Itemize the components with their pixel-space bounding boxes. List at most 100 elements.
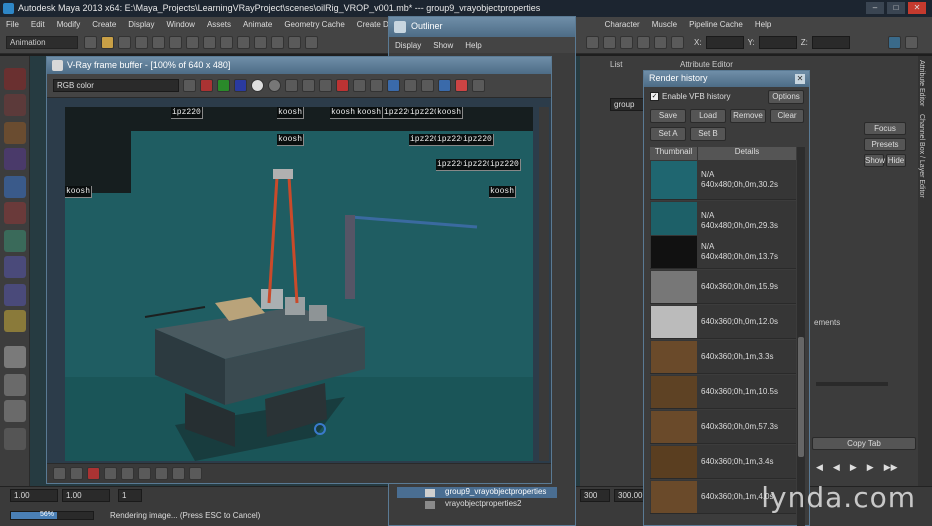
maximize-icon[interactable]: □	[887, 2, 905, 14]
mono-channel-icon[interactable]	[268, 79, 281, 92]
history-row[interactable]: 640x360;0h,0m,57.3s	[650, 410, 796, 444]
enable-history-checkbox[interactable]: ✓	[650, 92, 659, 101]
scrollbar-thumb[interactable]	[798, 337, 804, 457]
history-row[interactable]: 640x360;0h,1m,3.3s	[650, 340, 796, 374]
menu-pipeline-cache[interactable]: Pipeline Cache	[683, 20, 749, 29]
pixel-info-icon[interactable]	[87, 467, 100, 480]
scale-tool-icon[interactable]	[4, 202, 26, 224]
ae-list-tab[interactable]: List	[610, 60, 622, 69]
mode-select[interactable]: Animation	[6, 36, 78, 49]
history-icon-vfb[interactable]	[353, 79, 366, 92]
ae-slider[interactable]	[816, 382, 888, 386]
blue-channel-icon[interactable]	[234, 79, 247, 92]
save-scene-icon[interactable]	[118, 36, 131, 49]
z-field[interactable]	[811, 36, 850, 49]
input-line-icon[interactable]	[586, 36, 599, 49]
details-column-header[interactable]: Details	[698, 147, 796, 160]
show-hide-ae-icon[interactable]	[887, 36, 901, 49]
history-row[interactable]: 640x360;0h,0m,15.9s	[650, 270, 796, 304]
menu-animate[interactable]: Animate	[237, 20, 278, 29]
x-field[interactable]	[705, 36, 744, 49]
show-hide-channel-box-icon[interactable]	[904, 36, 918, 49]
remove-button[interactable]: Remove	[730, 109, 766, 123]
menu-assets[interactable]: Assets	[201, 20, 237, 29]
menu-display[interactable]: Display	[122, 20, 160, 29]
lut-icon[interactable]	[70, 467, 83, 480]
history-row[interactable]: N/A 640x480;0h,0m,13.7s	[650, 235, 796, 269]
manipulator-tool-icon[interactable]	[4, 230, 26, 252]
clear-button[interactable]: Clear	[770, 109, 804, 123]
set-b-button[interactable]: Set B	[690, 127, 726, 141]
two-pane-layout-icon[interactable]	[4, 400, 26, 422]
history-row[interactable]: 640x360;0h,1m,10.5s	[650, 375, 796, 409]
focus-button[interactable]: Focus	[864, 122, 906, 135]
save-button[interactable]: Save	[650, 109, 686, 123]
ipr-icon[interactable]	[288, 36, 301, 49]
color-corrections-icon[interactable]	[53, 467, 66, 480]
history-row[interactable]: 640x360;0h,1m,3.4s	[650, 445, 796, 479]
select-by-name-icon[interactable]	[603, 36, 616, 49]
vfb-render-canvas[interactable]: ipz220 koosh koosh koosh ipz220 ipz220 k…	[65, 107, 533, 461]
red-channel-icon[interactable]	[200, 79, 213, 92]
relative-icon[interactable]	[654, 36, 667, 49]
absolute-icon[interactable]	[637, 36, 650, 49]
hide-button[interactable]: Hide	[886, 154, 906, 167]
end-icon[interactable]: ▶▶	[884, 462, 898, 473]
render-last-icon[interactable]	[455, 79, 468, 92]
menu-muscle[interactable]: Muscle	[646, 20, 683, 29]
outliner-item[interactable]: vrayobjectproperties2	[397, 499, 557, 510]
select-hierarchy-icon[interactable]	[135, 36, 148, 49]
channel-select[interactable]: RGB color	[53, 79, 179, 92]
playback-end-field[interactable]: 300	[580, 489, 610, 502]
menu-help[interactable]: Help	[749, 20, 777, 29]
menu-modify[interactable]: Modify	[51, 20, 87, 29]
rotate-tool-icon[interactable]	[4, 176, 26, 198]
load-icon[interactable]	[302, 79, 315, 92]
outliner-title-bar[interactable]: Outliner	[389, 17, 575, 37]
select-tool-icon[interactable]	[4, 68, 26, 90]
green-channel-icon[interactable]	[217, 79, 230, 92]
soft-mod-tool-icon[interactable]	[4, 256, 26, 278]
display-icon[interactable]	[189, 467, 202, 480]
ipr-vfb-icon[interactable]	[472, 79, 485, 92]
select-component-icon[interactable]	[169, 36, 182, 49]
transform-icon[interactable]	[620, 36, 633, 49]
paint-select-tool-icon[interactable]	[4, 122, 26, 144]
region-render-icon[interactable]	[387, 79, 400, 92]
vfb-title-bar[interactable]: V-Ray frame buffer - [100% of 640 x 480]	[47, 57, 551, 74]
vfb-scrollbar[interactable]	[539, 107, 549, 461]
render-settings-icon[interactable]	[305, 36, 318, 49]
show-manipulator-icon[interactable]	[4, 284, 26, 306]
play-back-icon[interactable]: ◀	[833, 462, 840, 473]
lasso-tool-icon[interactable]	[4, 94, 26, 116]
end-time-field[interactable]: 300.00	[614, 489, 644, 502]
thumbnail-column-header[interactable]: Thumbnail	[650, 147, 698, 160]
outliner-menu-display[interactable]: Display	[389, 41, 427, 50]
save-image-icon[interactable]	[183, 79, 196, 92]
menu-edit[interactable]: Edit	[25, 20, 51, 29]
link-icon[interactable]	[404, 79, 417, 92]
outliner-menu-help[interactable]: Help	[459, 41, 487, 50]
four-pane-layout-icon[interactable]	[4, 374, 26, 396]
stamp-icon[interactable]	[172, 467, 185, 480]
render-icon[interactable]	[271, 36, 284, 49]
range-field[interactable]: 1	[118, 489, 142, 502]
exposure-icon[interactable]	[104, 467, 117, 480]
show-button[interactable]: Show	[864, 154, 885, 167]
menu-character[interactable]: Character	[599, 20, 646, 29]
history-scrollbar[interactable]	[797, 147, 805, 526]
channel-box-tab[interactable]: Channel Box / Layer Editor	[918, 110, 925, 202]
open-scene-icon[interactable]	[101, 36, 114, 49]
single-pane-layout-icon[interactable]	[4, 346, 26, 368]
last-tool-icon[interactable]	[4, 310, 26, 332]
set-a-button[interactable]: Set A	[650, 127, 686, 141]
start-time-field[interactable]: 1.00	[10, 489, 58, 502]
playback-start-field[interactable]: 1.00	[62, 489, 110, 502]
play-forward-icon[interactable]: ▶	[850, 462, 857, 473]
close-icon[interactable]: ✕	[795, 74, 805, 84]
snap-curve-icon[interactable]	[203, 36, 216, 49]
y-field[interactable]	[758, 36, 797, 49]
snap-point-icon[interactable]	[220, 36, 233, 49]
move-tool-icon[interactable]	[4, 148, 26, 170]
attribute-editor-tab[interactable]: Attribute Editor	[918, 56, 925, 110]
